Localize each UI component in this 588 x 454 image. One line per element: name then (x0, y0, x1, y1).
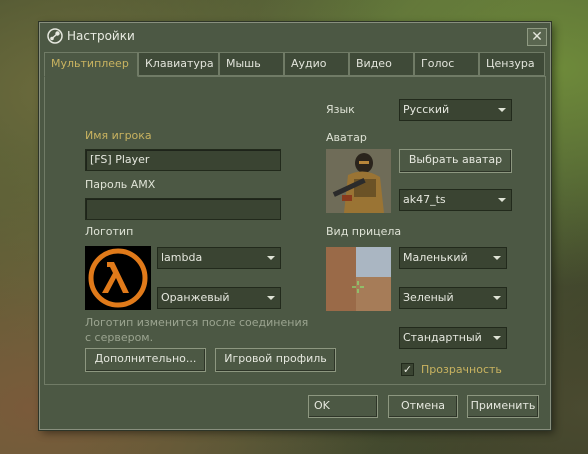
logo-color-value: Оранжевый (161, 291, 230, 304)
crosshair-label: Вид прицела (326, 225, 402, 238)
close-icon[interactable]: ✕ (527, 28, 547, 46)
transparency-checkbox[interactable]: ✓ (401, 363, 414, 376)
player-name-input[interactable]: [FS] Player (85, 149, 281, 171)
crosshair-size-select[interactable]: Маленький (399, 247, 507, 269)
logo-color-select[interactable]: Оранжевый (157, 287, 281, 309)
logo-hint-text: Логотип изменится после соединения с сер… (85, 316, 309, 344)
chevron-down-icon (493, 336, 501, 340)
amx-password-input[interactable] (85, 198, 281, 220)
avatar-value: ak47_ts (403, 193, 446, 206)
crosshair-size-value: Маленький (403, 251, 468, 264)
steam-icon (47, 28, 63, 44)
cancel-button[interactable]: Отмена (388, 395, 458, 418)
tab-multiplayer[interactable]: Мультиплеер (44, 52, 138, 77)
player-name-label: Имя игрока (85, 129, 152, 142)
chevron-down-icon (493, 256, 501, 260)
avatar-image (326, 149, 391, 213)
logo-select-value: lambda (161, 251, 203, 264)
chevron-down-icon (267, 296, 275, 300)
lambda-logo-image (85, 246, 151, 310)
crosshair-preview-image (326, 247, 391, 311)
chevron-down-icon (498, 108, 506, 112)
crosshair-type-select[interactable]: Стандартный (399, 327, 507, 349)
tab-audio[interactable]: Аудио (284, 52, 349, 76)
crosshair-color-select[interactable]: Зеленый (399, 287, 507, 309)
tab-voice[interactable]: Голос (414, 52, 479, 76)
crosshair-color-value: Зеленый (403, 291, 454, 304)
language-label: Язык (326, 103, 355, 116)
tab-censorship[interactable]: Цензура (479, 52, 545, 76)
settings-window: Настройки ✕ Мультиплеер Клавиатура Мышь … (39, 22, 551, 430)
ok-button[interactable]: OK (308, 395, 378, 418)
title-bar[interactable]: Настройки ✕ (40, 23, 550, 51)
advanced-button[interactable]: Дополнительно... (85, 348, 206, 372)
multiplayer-panel: Имя игрока [FS] Player Пароль AMX Логоти… (44, 76, 546, 385)
chevron-down-icon (493, 296, 501, 300)
transparency-label: Прозрачность (421, 363, 502, 376)
avatar-select[interactable]: ak47_ts (399, 189, 512, 211)
chevron-down-icon (267, 256, 275, 260)
window-title: Настройки (67, 29, 135, 43)
amx-password-label: Пароль AMX (85, 178, 156, 191)
tab-keyboard[interactable]: Клавиатура (138, 52, 219, 76)
tab-mouse[interactable]: Мышь (219, 52, 284, 76)
language-value: Русский (403, 103, 450, 116)
choose-avatar-button[interactable]: Выбрать аватар (399, 149, 512, 173)
avatar-label: Аватар (326, 131, 367, 144)
logo-label: Логотип (85, 225, 134, 238)
chevron-down-icon (498, 198, 506, 202)
apply-button[interactable]: Применить (467, 395, 539, 418)
language-select[interactable]: Русский (399, 99, 512, 121)
crosshair-type-value: Стандартный (403, 331, 482, 344)
game-profile-button[interactable]: Игровой профиль (215, 348, 336, 372)
logo-select[interactable]: lambda (157, 247, 281, 269)
tab-video[interactable]: Видео (349, 52, 414, 76)
